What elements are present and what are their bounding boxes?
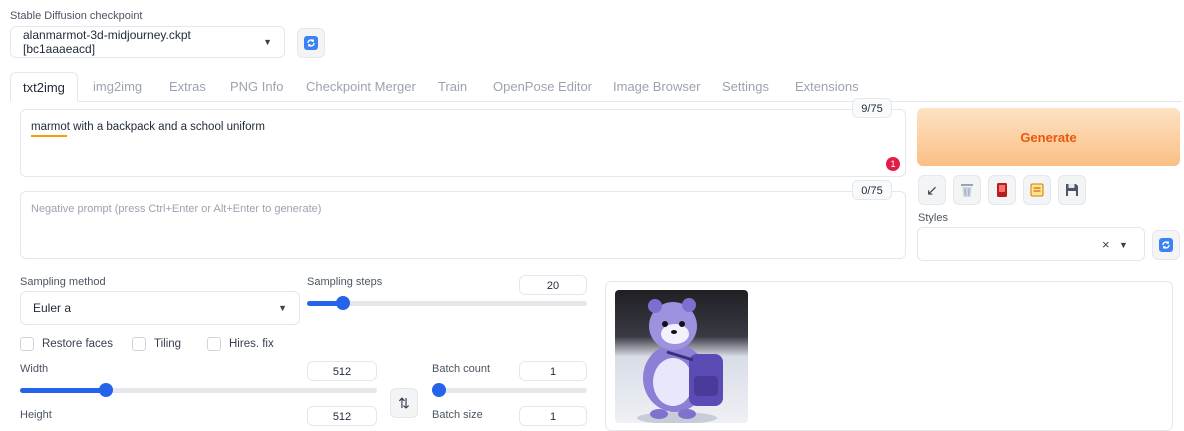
tab-train[interactable]: Train bbox=[438, 72, 467, 102]
restore-faces-label: Restore faces bbox=[42, 338, 113, 350]
clear-prompt-button[interactable] bbox=[953, 175, 981, 205]
trash-icon bbox=[960, 182, 974, 198]
negative-prompt-placeholder: Negative prompt (press Ctrl+Enter or Alt… bbox=[31, 203, 321, 215]
tab-image-browser[interactable]: Image Browser bbox=[613, 72, 700, 102]
floppy-disk-icon bbox=[1065, 183, 1079, 197]
checkpoint-value: alanmarmot-3d-midjourney.ckpt [bc1aaaeac… bbox=[23, 28, 263, 56]
prompt-textarea[interactable]: marmot with a backpack and a school unif… bbox=[20, 109, 906, 177]
height-input[interactable]: 512 bbox=[307, 406, 377, 426]
spellcheck-underline bbox=[31, 135, 67, 137]
negative-prompt-token-counter: 0/75 bbox=[852, 180, 892, 200]
generated-image[interactable] bbox=[615, 290, 748, 423]
output-gallery bbox=[605, 281, 1173, 431]
batch-count-label: Batch count bbox=[432, 363, 490, 375]
save-style-button[interactable] bbox=[1058, 175, 1086, 205]
read-params-button[interactable]: ↙ bbox=[918, 175, 946, 205]
hires-fix-checkbox[interactable]: Hires. fix bbox=[207, 337, 274, 351]
checkbox-box[interactable] bbox=[207, 337, 221, 351]
checkpoint-label: Stable Diffusion checkpoint bbox=[10, 10, 143, 22]
sampling-method-label: Sampling method bbox=[20, 276, 106, 288]
sampling-steps-slider[interactable] bbox=[307, 292, 587, 314]
batch-count-slider[interactable] bbox=[432, 379, 587, 401]
styles-dropdown[interactable]: × ▼ bbox=[917, 227, 1145, 261]
width-input[interactable]: 512 bbox=[307, 361, 377, 381]
prompt-text: marmot with a backpack and a school unif… bbox=[31, 121, 265, 133]
hires-fix-label: Hires. fix bbox=[229, 338, 274, 350]
tab-txt2img[interactable]: txt2img bbox=[10, 72, 78, 102]
generated-image-picture bbox=[615, 290, 748, 423]
width-label: Width bbox=[20, 363, 48, 375]
slider-track bbox=[432, 388, 587, 393]
generate-button[interactable]: Generate bbox=[917, 108, 1180, 166]
chevron-down-icon: ▼ bbox=[263, 37, 272, 47]
refresh-styles-button[interactable] bbox=[1152, 230, 1180, 260]
tiling-label: Tiling bbox=[154, 338, 181, 350]
sampling-steps-label: Sampling steps bbox=[307, 276, 382, 288]
checkbox-box[interactable] bbox=[132, 337, 146, 351]
refresh-checkpoint-button[interactable] bbox=[297, 28, 325, 58]
tab-openpose-editor[interactable]: OpenPose Editor bbox=[493, 72, 592, 102]
refresh-icon bbox=[303, 35, 319, 51]
slider-thumb[interactable] bbox=[99, 383, 113, 397]
apply-style-button[interactable] bbox=[1023, 175, 1051, 205]
slider-thumb[interactable] bbox=[432, 383, 446, 397]
restore-faces-checkbox[interactable]: Restore faces bbox=[20, 337, 113, 351]
batch-count-input[interactable]: 1 bbox=[519, 361, 587, 381]
chevron-down-icon: ▼ bbox=[278, 303, 287, 313]
tab-checkpoint-merger[interactable]: Checkpoint Merger bbox=[306, 72, 416, 102]
clear-styles-icon[interactable]: × bbox=[1102, 237, 1110, 252]
clipboard-icon bbox=[1030, 183, 1044, 197]
tab-settings[interactable]: Settings bbox=[722, 72, 769, 102]
slider-thumb[interactable] bbox=[336, 296, 350, 310]
prompt-token-counter: 9/75 bbox=[852, 98, 892, 118]
negative-prompt-textarea[interactable]: Negative prompt (press Ctrl+Enter or Alt… bbox=[20, 191, 906, 259]
swap-dimensions-button[interactable]: ⇅ bbox=[390, 388, 418, 418]
width-slider[interactable] bbox=[20, 379, 377, 401]
batch-size-label: Batch size bbox=[432, 409, 483, 421]
tab-extensions[interactable]: Extensions bbox=[795, 72, 859, 102]
error-badge: 1 bbox=[886, 157, 900, 171]
styles-label: Styles bbox=[918, 212, 948, 224]
sampling-method-dropdown[interactable]: Euler a ▼ bbox=[20, 291, 300, 325]
card-icon bbox=[996, 182, 1008, 198]
refresh-icon bbox=[1158, 237, 1174, 253]
checkpoint-dropdown[interactable]: alanmarmot-3d-midjourney.ckpt [bc1aaaeac… bbox=[10, 26, 285, 58]
tab-img2img[interactable]: img2img bbox=[93, 72, 142, 102]
generate-label: Generate bbox=[1020, 130, 1076, 145]
sampling-method-value: Euler a bbox=[33, 301, 71, 315]
tab-extras[interactable]: Extras bbox=[169, 72, 206, 102]
slider-fill bbox=[20, 388, 106, 393]
tiling-checkbox[interactable]: Tiling bbox=[132, 337, 181, 351]
swap-icon: ⇅ bbox=[398, 395, 410, 412]
show-extra-networks-button[interactable] bbox=[988, 175, 1016, 205]
checkbox-box[interactable] bbox=[20, 337, 34, 351]
chevron-down-icon: ▼ bbox=[1119, 240, 1128, 250]
height-label: Height bbox=[20, 409, 52, 421]
arrow-down-left-icon: ↙ bbox=[926, 182, 938, 199]
batch-size-input[interactable]: 1 bbox=[519, 406, 587, 426]
tab-png-info[interactable]: PNG Info bbox=[230, 72, 283, 102]
